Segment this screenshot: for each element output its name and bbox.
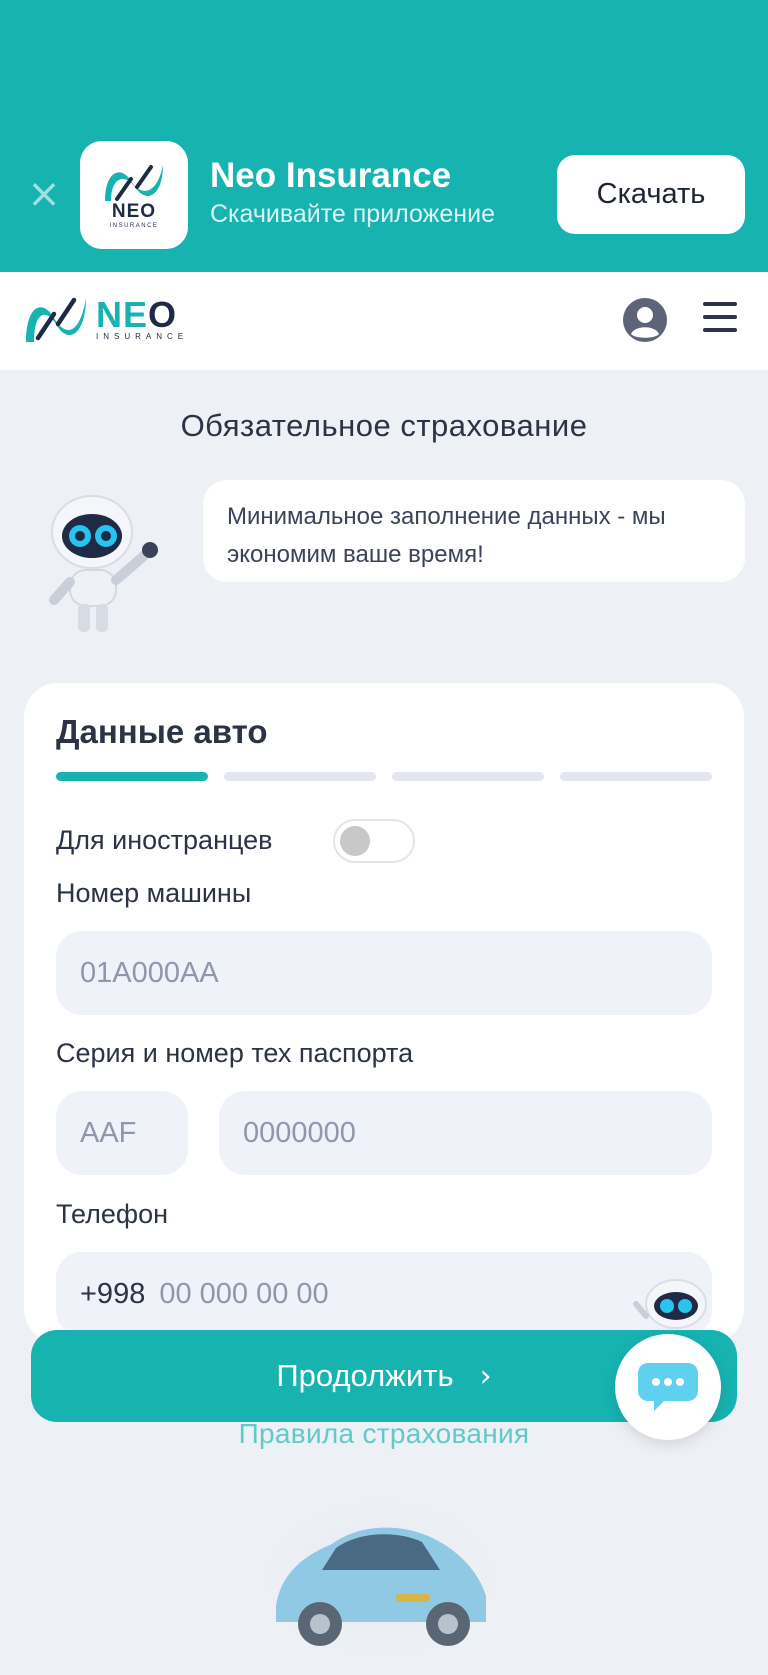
chat-button[interactable] [615, 1334, 721, 1440]
toggle-knob [340, 826, 370, 856]
phone-placeholder: 00 000 00 00 [159, 1277, 329, 1310]
step-progress [56, 772, 712, 781]
car-number-input[interactable]: 01A000AA [56, 931, 712, 1015]
phone-label: Телефон [56, 1199, 169, 1229]
card-title: Данные авто [56, 713, 268, 750]
logo-word-teal: NE [96, 294, 149, 335]
app-subtitle: Скачивайте приложение [210, 200, 495, 228]
neo-logo-mark-icon [105, 165, 163, 201]
site-header: NEO INSURANCE [0, 272, 768, 370]
close-icon[interactable]: × [26, 174, 62, 214]
passport-series-input[interactable]: AAF [56, 1091, 188, 1175]
step-2 [224, 772, 376, 781]
download-button[interactable]: Скачать [557, 155, 745, 234]
hamburger-menu-icon[interactable] [703, 302, 737, 334]
header-logo[interactable]: NEO INSURANCE [24, 294, 188, 346]
phone-prefix: +998 [80, 1277, 146, 1310]
chevron-right-icon: › [479, 1358, 492, 1394]
step-4 [560, 772, 712, 781]
page-title: Обязательное страхование [180, 408, 588, 443]
app-logo-word: NEO [111, 201, 157, 222]
passport-label: Серия и номер тех паспорта [56, 1038, 414, 1068]
app-name: Neo Insurance [210, 156, 452, 195]
vehicle-form-card: Данные авто Для иностранцев Номер машины… [24, 683, 744, 1343]
phone-input[interactable]: +998 00 000 00 00 [56, 1252, 712, 1336]
chat-bubble-icon [638, 1363, 698, 1411]
car-number-label: Номер машины [56, 878, 252, 908]
foreigners-label: Для иностранцев [56, 825, 273, 855]
step-1 [56, 772, 208, 781]
app-logo-sub: INSURANCE [109, 223, 159, 229]
logo-word-dark: O [148, 294, 178, 335]
logo-sub: INSURANCE [96, 332, 189, 341]
continue-label: Продолжить [276, 1358, 454, 1393]
foreigners-toggle[interactable] [333, 819, 415, 863]
chat-robot-icon [632, 1276, 714, 1341]
logo-wordmark: NEO INSURANCE [96, 297, 189, 342]
app-download-banner: × NEO INSURANCE Neo Insurance Скачивайте… [0, 0, 768, 272]
passport-number-input[interactable]: 0000000 [219, 1091, 712, 1175]
car-illustration [246, 1486, 516, 1675]
step-3 [392, 772, 544, 781]
user-circle-icon[interactable] [623, 298, 667, 342]
speech-bubble: Минимальное заполнение данных - мы эконо… [203, 480, 745, 582]
robot-mascot-icon [40, 488, 170, 643]
app-logo: NEO INSURANCE [80, 141, 188, 249]
neo-logo-mark-icon [26, 297, 86, 342]
